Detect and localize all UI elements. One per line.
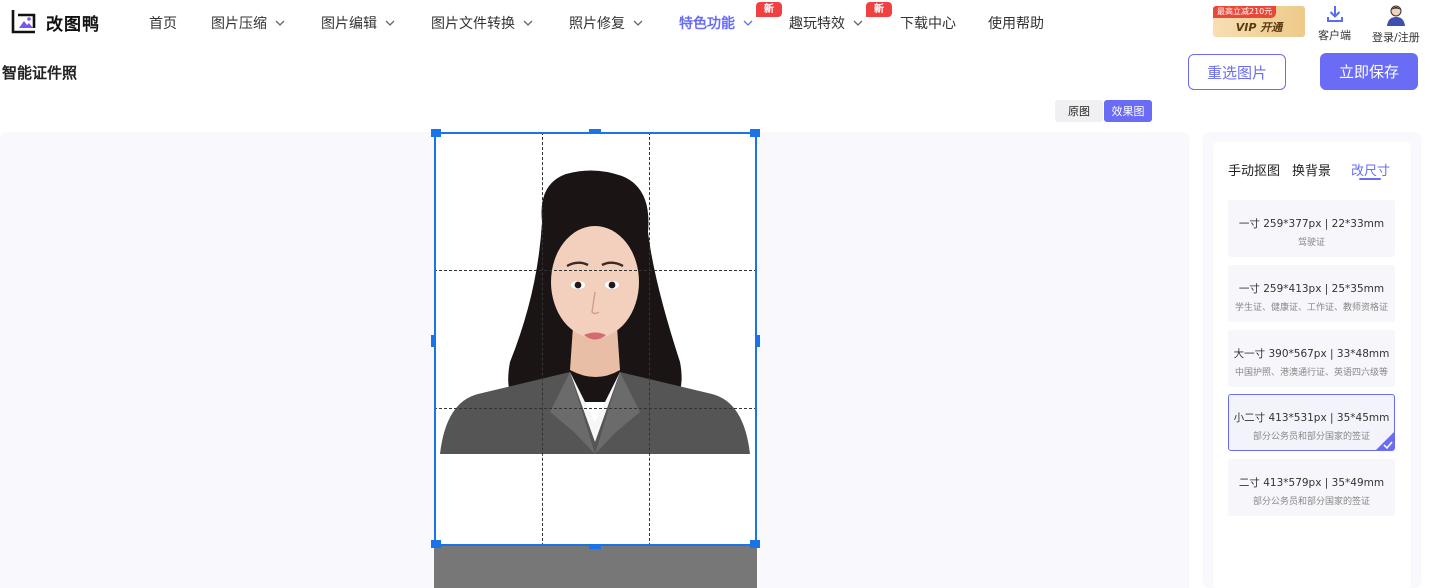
crop-handle-top-left[interactable] — [431, 129, 441, 137]
size-option-desc: 驾驶证 — [1297, 238, 1325, 248]
size-option-desc: 部分公务员和部分国家的签证 — [1252, 432, 1370, 442]
avatar — [1386, 5, 1405, 26]
active-tab-indicator — [1359, 178, 1381, 180]
chevron-down-icon — [275, 20, 285, 26]
check-icon — [1376, 432, 1394, 450]
nav-help[interactable]: 使用帮助 — [988, 13, 1044, 33]
app-name: 改图鸭 — [46, 14, 100, 35]
nav-download-center[interactable]: 下载中心 — [900, 13, 956, 33]
nav-convert[interactable]: 图片文件转换 — [431, 13, 535, 33]
size-option[interactable]: 二寸 413*579px | 35*49mm 部分公务员和部分国家的签证 — [1228, 459, 1395, 516]
chevron-down-icon — [743, 20, 753, 26]
crop-handle-bottom[interactable] — [589, 545, 601, 549]
reselect-image-button[interactable]: 重选图片 — [1188, 54, 1286, 90]
tab-manual-cutout[interactable]: 手动抠图 — [1228, 160, 1280, 179]
top-navbar: 改图鸭 首页 图片压缩 图片编辑 图片文件转换 照片修复 特色功能 新 趣玩特效 — [0, 0, 1440, 46]
chevron-down-icon — [385, 20, 395, 26]
size-option-title: 大一寸 390*567px | 33*48mm — [1233, 348, 1390, 360]
client-label: 客户端 — [1318, 29, 1351, 42]
nav-label: 趣玩特效 — [789, 16, 845, 32]
login-label: 登录/注册 — [1372, 31, 1420, 44]
vip-label: VIP 开通 — [1235, 21, 1283, 34]
size-option-desc: 学生证、健康证、工作证、教师资格证 — [1234, 303, 1388, 313]
tab-change-size[interactable]: 改尺寸 — [1351, 160, 1390, 179]
vip-promo-tag: 最高立减210元 — [1213, 6, 1277, 18]
chevron-down-icon — [523, 20, 533, 26]
view-effect-toggle[interactable]: 效果图 — [1104, 100, 1152, 122]
download-icon — [1326, 6, 1343, 22]
chevron-down-icon — [633, 20, 643, 26]
save-now-button[interactable]: 立即保存 — [1320, 53, 1418, 90]
nav-repair[interactable]: 照片修复 — [569, 13, 645, 33]
nav-label: 特色功能 — [679, 16, 735, 32]
page-title: 智能证件照 — [2, 64, 78, 82]
crop-handle-top-right[interactable] — [750, 129, 760, 137]
crop-handle-top[interactable] — [589, 129, 601, 134]
nav-compress[interactable]: 图片压缩 — [211, 13, 287, 33]
size-option-selected[interactable]: 小二寸 413*531px | 35*45mm 部分公务员和部分国家的签证 — [1228, 394, 1395, 451]
nav-label: 图片压缩 — [211, 16, 267, 32]
size-option-desc: 中国护照、港澳通行证、英语四六级等 — [1234, 368, 1388, 378]
nav-label: 照片修复 — [569, 16, 625, 32]
size-option-title: 一寸 259*377px | 22*33mm — [1238, 218, 1385, 230]
nav-label: 图片文件转换 — [431, 16, 515, 32]
size-option[interactable]: 一寸 259*413px | 25*35mm 学生证、健康证、工作证、教师资格证 — [1228, 265, 1395, 322]
size-option-desc: 部分公务员和部分国家的签证 — [1252, 497, 1370, 507]
tab-change-background[interactable]: 换背景 — [1292, 160, 1331, 179]
size-option-title: 小二寸 413*531px | 35*45mm — [1233, 412, 1390, 424]
crop-handle-left[interactable] — [431, 335, 436, 347]
vip-button[interactable]: 最高立减210元 VIP 开通 — [1213, 6, 1305, 37]
photo-overflow-area — [434, 546, 757, 588]
size-option[interactable]: 一寸 259*377px | 22*33mm 驾驶证 — [1228, 200, 1395, 257]
logo-icon — [11, 10, 36, 34]
nav-home[interactable]: 首页 — [149, 13, 177, 33]
crop-handle-right[interactable] — [755, 335, 760, 347]
new-badge: 新 — [756, 2, 782, 17]
logo[interactable]: 改图鸭 — [10, 8, 100, 36]
nav-fun-effects[interactable]: 趣玩特效 — [789, 13, 865, 33]
view-original-toggle[interactable]: 原图 — [1055, 100, 1103, 122]
login-register-button[interactable]: 登录/注册 — [1372, 4, 1420, 45]
crop-frame[interactable] — [434, 132, 757, 546]
size-option-title: 二寸 413*579px | 35*49mm — [1238, 477, 1385, 489]
size-option[interactable]: 大一寸 390*567px | 33*48mm 中国护照、港澳通行证、英语四六级… — [1228, 330, 1395, 387]
nav-label: 首页 — [149, 16, 177, 32]
nav-label: 图片编辑 — [321, 16, 377, 32]
new-badge: 新 — [866, 2, 892, 17]
nav-edit[interactable]: 图片编辑 — [321, 13, 397, 33]
nav-featured[interactable]: 特色功能 — [679, 13, 755, 33]
nav-label: 使用帮助 — [988, 16, 1044, 32]
size-option-title: 一寸 259*413px | 25*35mm — [1238, 283, 1385, 295]
client-download-button[interactable]: 客户端 — [1318, 4, 1351, 43]
chevron-down-icon — [853, 20, 863, 26]
crop-handle-bottom-right[interactable] — [750, 540, 760, 548]
crop-handle-bottom-left[interactable] — [431, 540, 441, 548]
nav-label: 下载中心 — [900, 16, 956, 32]
